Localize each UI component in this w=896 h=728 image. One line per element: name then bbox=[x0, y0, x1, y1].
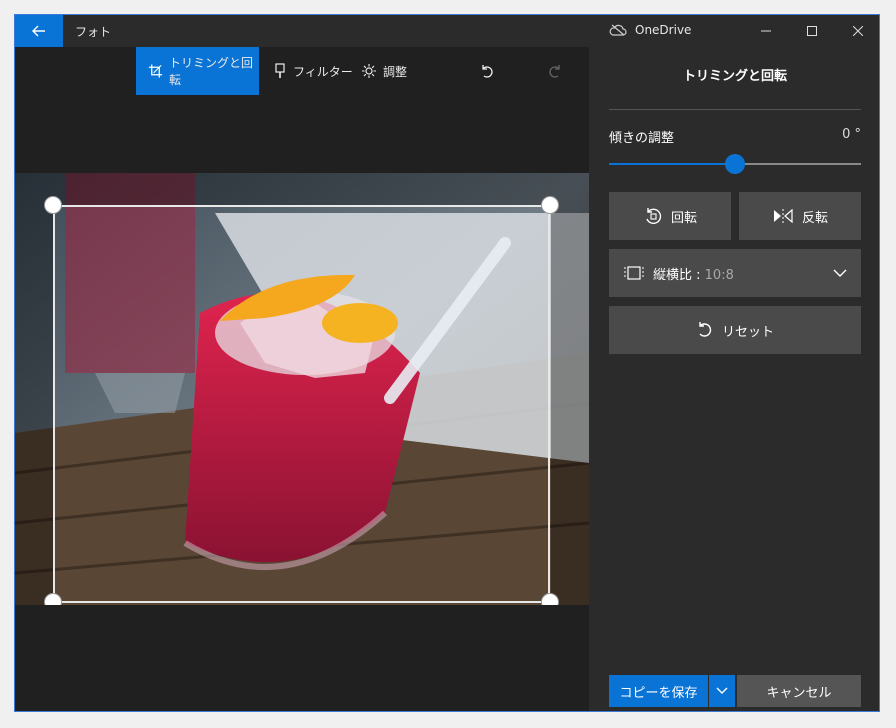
chevron-down-icon bbox=[833, 269, 847, 277]
onedrive-label: OneDrive bbox=[635, 23, 692, 37]
redo-button[interactable] bbox=[547, 47, 563, 95]
cancel-button[interactable]: キャンセル bbox=[737, 675, 861, 707]
tilt-label: 傾きの調整 bbox=[609, 131, 675, 146]
aspect-ratio-text: 縦横比 : 10:8 bbox=[653, 264, 734, 283]
edit-toolbar: トリミングと回転 フィルター 調整 bbox=[15, 47, 589, 95]
save-copy-button[interactable]: コピーを保存 bbox=[609, 675, 708, 707]
back-button[interactable] bbox=[15, 15, 63, 47]
aspect-ratio-icon bbox=[624, 266, 644, 280]
tilt-slider-fill bbox=[609, 163, 735, 165]
flip-label: 反転 bbox=[801, 210, 828, 226]
tab-filter-label: フィルター bbox=[293, 64, 353, 79]
close-button[interactable] bbox=[835, 15, 879, 47]
crop-canvas[interactable] bbox=[15, 173, 589, 605]
save-options-dropdown[interactable] bbox=[709, 675, 735, 707]
tab-crop-rotate-label: トリミングと回転 bbox=[169, 56, 254, 87]
crop-handle-top-left[interactable] bbox=[44, 196, 62, 214]
tab-crop-rotate[interactable]: トリミングと回転 bbox=[136, 47, 259, 95]
title-bar: フォト OneDrive bbox=[15, 15, 879, 47]
brightness-icon bbox=[362, 64, 376, 78]
maximize-button[interactable] bbox=[789, 15, 835, 47]
crop-handle-bottom-right[interactable] bbox=[541, 593, 559, 605]
cloud-icon bbox=[609, 24, 627, 36]
divider bbox=[609, 109, 861, 110]
chevron-down-icon bbox=[716, 687, 728, 694]
panel-title: トリミングと回転 bbox=[682, 69, 787, 84]
crop-icon bbox=[148, 64, 163, 78]
minimize-button[interactable] bbox=[743, 15, 789, 47]
crop-handle-top-right[interactable] bbox=[541, 196, 559, 214]
aspect-ratio-value: 10:8 bbox=[704, 267, 734, 283]
crop-handle-bottom-left[interactable] bbox=[44, 593, 62, 605]
reset-label: リセット bbox=[721, 324, 774, 340]
close-icon bbox=[853, 26, 863, 36]
rotate-label: 回転 bbox=[670, 210, 697, 226]
undo-button[interactable] bbox=[479, 47, 495, 95]
reset-icon bbox=[699, 322, 712, 337]
brush-icon bbox=[275, 63, 285, 78]
redo-icon bbox=[549, 65, 560, 78]
rotate-icon bbox=[646, 208, 662, 225]
rotate-button[interactable]: 回転 bbox=[609, 192, 731, 240]
back-arrow-icon bbox=[32, 25, 45, 37]
minimize-icon bbox=[761, 30, 771, 32]
onedrive-status[interactable]: OneDrive bbox=[609, 23, 691, 37]
aspect-ratio-label: 縦横比 : bbox=[653, 267, 705, 283]
tilt-slider-thumb[interactable] bbox=[725, 154, 745, 174]
crop-rotate-panel: トリミングと回転 傾きの調整 0 ° 回転 反転 縦横比: 10:8 リセット… bbox=[589, 47, 879, 711]
maximize-icon bbox=[807, 26, 817, 36]
aspect-ratio-dropdown[interactable]: 縦横比 : 10:8 bbox=[609, 249, 861, 297]
undo-icon bbox=[482, 65, 493, 78]
crop-frame[interactable] bbox=[53, 205, 550, 603]
tab-adjust-label: 調整 bbox=[383, 64, 408, 79]
flip-icon bbox=[773, 208, 793, 224]
tilt-value: 0 ° bbox=[842, 127, 861, 142]
reset-button[interactable]: リセット bbox=[609, 306, 861, 354]
tilt-slider[interactable] bbox=[609, 154, 861, 174]
tab-filter[interactable]: フィルター bbox=[273, 47, 353, 95]
photos-window: フォト OneDrive トリミングと回転 フィルター 調整 トリミングと回転 … bbox=[14, 14, 880, 712]
app-title: フォト bbox=[75, 25, 112, 39]
flip-button[interactable]: 反転 bbox=[739, 192, 861, 240]
tab-adjust[interactable]: 調整 bbox=[361, 47, 407, 95]
